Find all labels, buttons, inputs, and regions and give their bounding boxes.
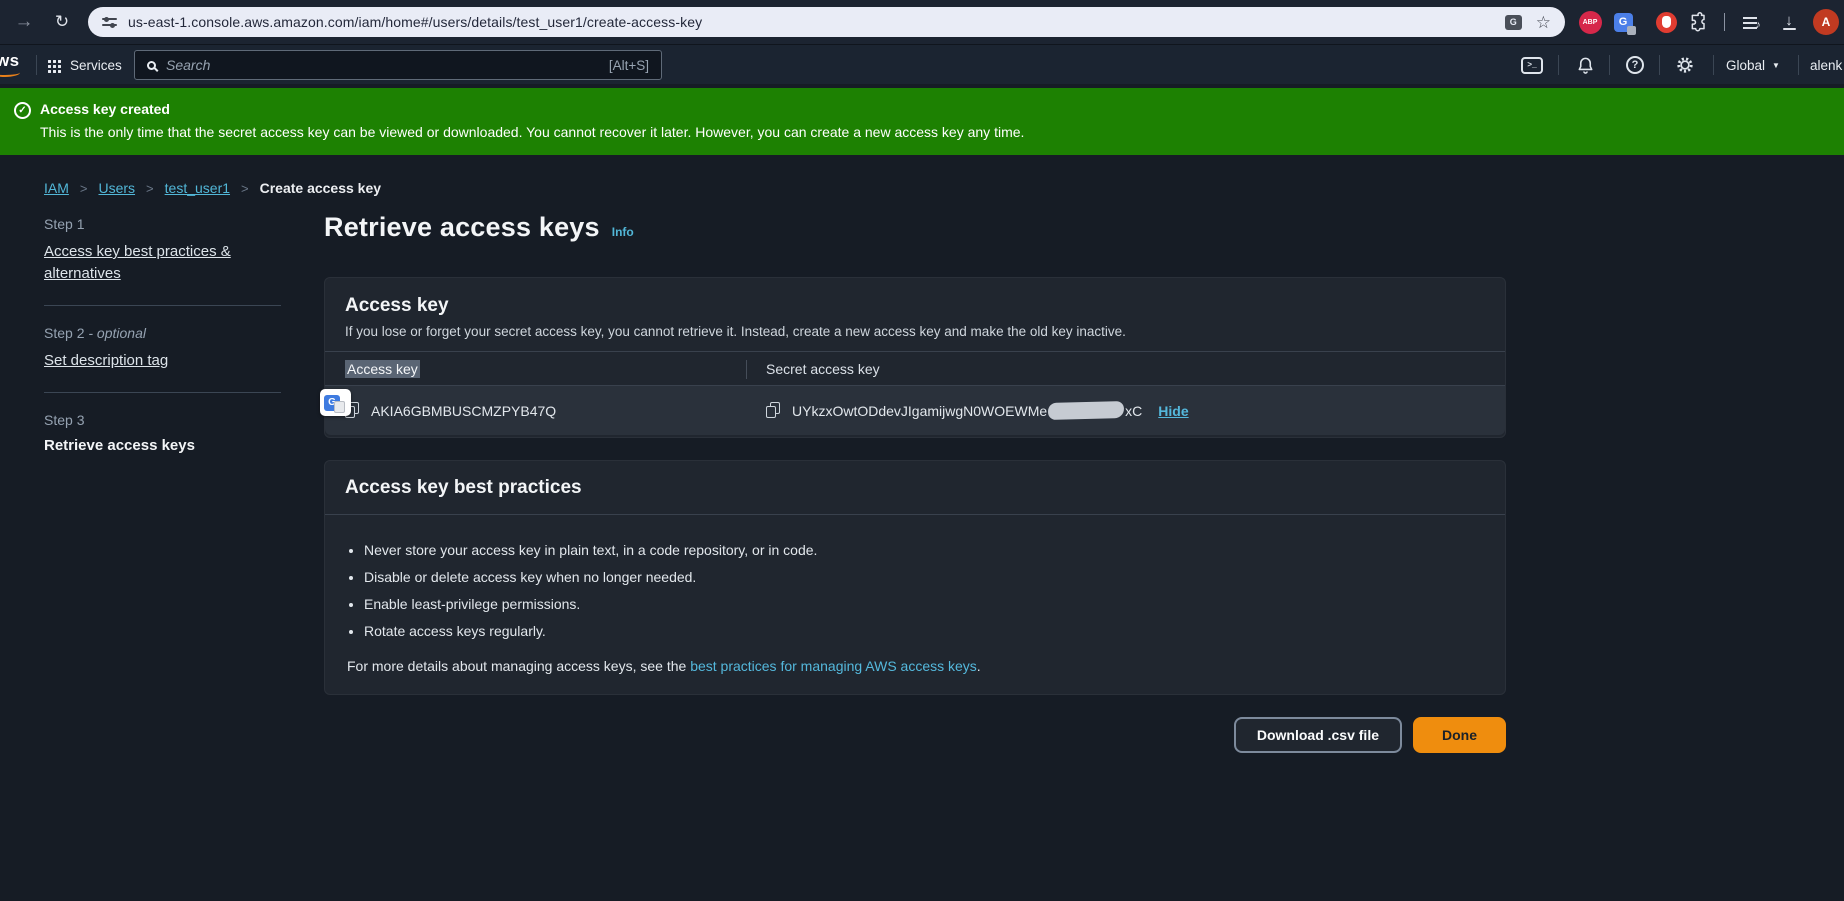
page-title: Retrieve access keys	[324, 212, 600, 243]
column-secret-access-key: Secret access key	[746, 361, 1505, 377]
best-practices-footer: For more details about managing access k…	[347, 658, 1485, 674]
url-text[interactable]: us-east-1.console.aws.amazon.com/iam/hom…	[128, 14, 702, 30]
search-shortcut-hint: [Alt+S]	[609, 58, 649, 73]
console-search[interactable]: [Alt+S]	[134, 50, 662, 80]
access-key-card: Access key If you lose or forget your se…	[324, 277, 1506, 438]
bookmark-star-icon[interactable]: ☆	[1536, 14, 1551, 31]
done-button[interactable]: Done	[1413, 717, 1506, 753]
nav-divider	[1609, 55, 1610, 75]
browser-toolbar: → ↻ us-east-1.console.aws.amazon.com/iam…	[0, 0, 1844, 44]
google-translate-popup-icon[interactable]: G	[320, 389, 351, 416]
flashbar-title: Access key created	[40, 101, 170, 117]
breadcrumb: IAM > Users > test_user1 > Create access…	[44, 180, 381, 196]
list-item: Never store your access key in plain tex…	[364, 541, 1485, 560]
secret-key-prefix: UYkzxOwtODdevJIgamijwgN0WOEWMe	[792, 403, 1047, 419]
translate-page-icon[interactable]: G	[1505, 15, 1522, 30]
breadcrumb-iam[interactable]: IAM	[44, 180, 69, 196]
access-key-card-description: If you lose or forget your secret access…	[345, 324, 1485, 339]
nav-divider	[1713, 55, 1714, 75]
flashbar-message: This is the only time that the secret ac…	[40, 124, 1024, 140]
step2-label: Step 2 - optional	[44, 325, 281, 341]
access-key-card-title: Access key	[345, 295, 1485, 317]
region-selector[interactable]: Global ▼	[1726, 45, 1780, 85]
help-icon[interactable]: ?	[1622, 45, 1648, 85]
nav-divider	[36, 55, 37, 75]
wizard-actions: Download .csv file Done	[324, 717, 1506, 753]
services-menu[interactable]: Services	[70, 45, 122, 85]
notifications-bell-icon[interactable]	[1572, 45, 1598, 85]
account-menu[interactable]: alenk	[1810, 45, 1842, 85]
chevron-down-icon: ▼	[1772, 61, 1780, 70]
extensions-puzzle-icon[interactable]	[1688, 0, 1710, 44]
list-item: Rotate access keys regularly.	[364, 622, 1485, 641]
step2-link[interactable]: Set description tag	[44, 352, 168, 369]
table-header: Access key Secret access key	[325, 351, 1505, 386]
breadcrumb-current: Create access key	[260, 180, 381, 196]
media-playlist-icon[interactable]: ♪	[1740, 0, 1764, 44]
services-grid-icon[interactable]	[48, 60, 51, 63]
search-input[interactable]	[166, 57, 609, 73]
breadcrumb-separator: >	[80, 181, 88, 196]
list-item: Enable least-privilege permissions.	[364, 595, 1485, 614]
step3-current: Retrieve access keys	[44, 437, 281, 454]
step3-label: Step 3	[44, 412, 281, 428]
step1-link[interactable]: Access key best practices & alternatives	[44, 243, 231, 282]
best-practices-list: Never store your access key in plain tex…	[347, 541, 1485, 641]
nav-divider	[1558, 55, 1559, 75]
redaction-scribble	[1048, 401, 1124, 420]
access-key-value: AKIA6GBMBUSCMZPYB47Q	[371, 403, 556, 419]
steps-divider	[44, 392, 281, 393]
step1-label: Step 1	[44, 216, 281, 232]
wizard-steps-sidebar: Step 1 Access key best practices & alter…	[44, 216, 281, 454]
copy-secret-key-icon[interactable]	[766, 402, 781, 419]
breadcrumb-test-user1[interactable]: test_user1	[165, 180, 230, 196]
list-item: Disable or delete access key when no lon…	[364, 568, 1485, 587]
download-csv-button[interactable]: Download .csv file	[1234, 717, 1402, 753]
nav-divider	[1659, 55, 1660, 75]
browser-forward-icon[interactable]: →	[8, 0, 40, 44]
table-row: AKIA6GBMBUSCMZPYB47Q UYkzxOwtODdevJIgami…	[325, 386, 1505, 435]
best-practices-card: Access key best practices Never store yo…	[324, 460, 1506, 695]
cloudshell-icon[interactable]: >_	[1518, 45, 1546, 85]
success-flashbar: ✓ Access key created This is the only ti…	[0, 88, 1844, 155]
address-bar[interactable]: us-east-1.console.aws.amazon.com/iam/hom…	[88, 7, 1565, 37]
nav-divider	[1798, 55, 1799, 75]
secret-key-suffix: xC	[1125, 403, 1142, 419]
downloads-icon[interactable]: ↓	[1776, 0, 1802, 44]
breadcrumb-separator: >	[146, 181, 154, 196]
best-practices-link[interactable]: best practices for managing AWS access k…	[690, 658, 977, 674]
browser-reload-icon[interactable]: ↻	[46, 0, 78, 44]
adblock-plus-extension-icon[interactable]: ABP	[1578, 0, 1602, 44]
breadcrumb-separator: >	[241, 181, 249, 196]
success-check-icon: ✓	[14, 102, 31, 119]
aws-logo[interactable]: aws	[0, 54, 30, 78]
blocker-hand-extension-icon[interactable]	[1655, 0, 1677, 44]
aws-top-nav: aws Services [Alt+S] >_ ? Global ▼ alenk	[0, 44, 1844, 84]
search-icon	[147, 61, 156, 70]
aws-console-screen: → ↻ us-east-1.console.aws.amazon.com/iam…	[0, 0, 1844, 901]
toolbar-divider	[1724, 13, 1725, 31]
site-settings-icon[interactable]	[102, 16, 117, 28]
steps-divider	[44, 305, 281, 306]
browser-profile-avatar[interactable]: A	[1812, 0, 1840, 44]
info-link[interactable]: Info	[612, 225, 634, 239]
settings-gear-icon[interactable]	[1672, 45, 1698, 85]
best-practices-title: Access key best practices	[345, 477, 1485, 499]
column-access-key: Access key	[345, 360, 420, 378]
hide-secret-link[interactable]: Hide	[1158, 403, 1188, 419]
translate-extension-icon[interactable]: G	[1612, 0, 1634, 44]
breadcrumb-users[interactable]: Users	[98, 180, 135, 196]
column-divider	[746, 360, 747, 379]
